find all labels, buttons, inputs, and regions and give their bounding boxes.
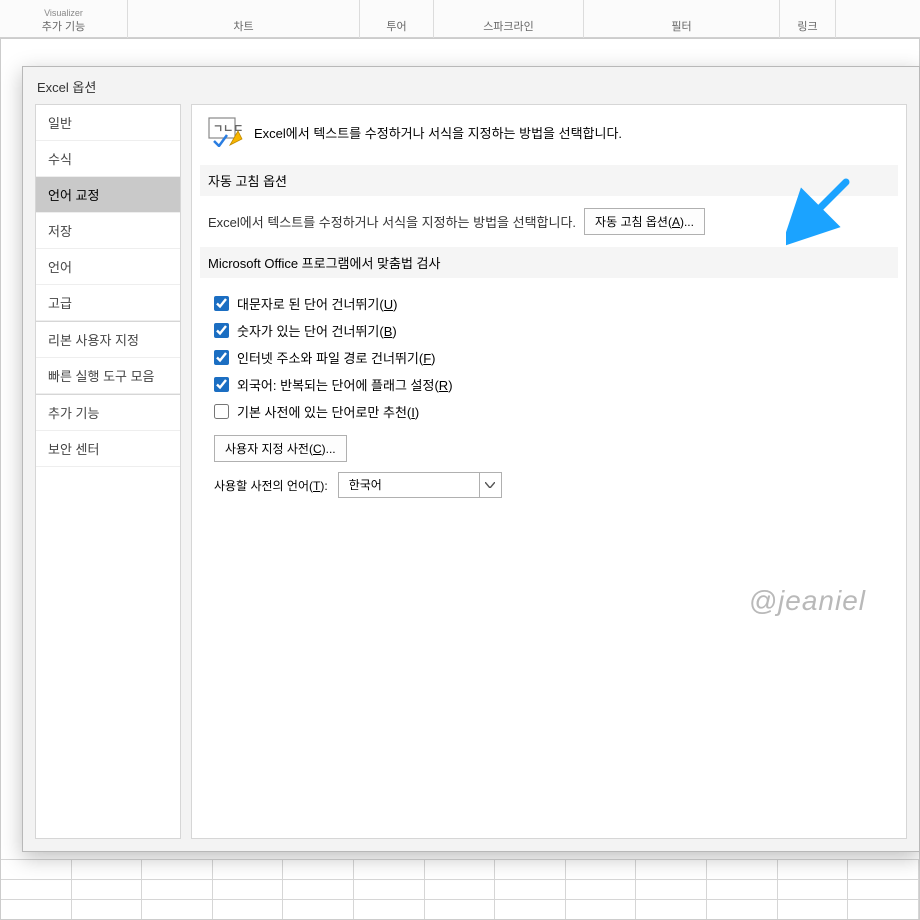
ribbon-group: 스파크라인 xyxy=(434,0,584,38)
sidebar-item[interactable]: 추가 기능 xyxy=(36,395,180,431)
grid-cell[interactable] xyxy=(778,900,849,919)
grid-cell[interactable] xyxy=(1,860,72,879)
autocorrect-options-button[interactable]: 자동 고침 옵션(A)... xyxy=(584,208,705,235)
section-spellcheck: Microsoft Office 프로그램에서 맞춤법 검사 xyxy=(200,247,898,278)
ribbon-bar: Visualizer추가 기능차트투어스파크라인필터링크 xyxy=(0,0,920,38)
options-sidebar: 일반수식언어 교정저장언어고급리본 사용자 지정빠른 실행 도구 모음추가 기능… xyxy=(35,104,181,839)
grid-cell[interactable] xyxy=(425,880,496,899)
grid-cell[interactable] xyxy=(354,880,425,899)
grid-cell[interactable] xyxy=(495,860,566,879)
grid-row xyxy=(1,879,919,899)
grid-cell[interactable] xyxy=(707,900,778,919)
custom-dictionaries-button[interactable]: 사용자 지정 사전(C)... xyxy=(214,435,347,462)
sidebar-item[interactable]: 언어 교정 xyxy=(36,177,180,213)
grid-row xyxy=(1,859,919,879)
sidebar-item[interactable]: 보안 센터 xyxy=(36,431,180,467)
section-autocorrect: 자동 고침 옵션 xyxy=(200,165,898,196)
grid-cell[interactable] xyxy=(707,880,778,899)
grid-cell[interactable] xyxy=(636,880,707,899)
grid-cell[interactable] xyxy=(566,880,637,899)
checkbox[interactable] xyxy=(214,404,229,419)
checkbox-row[interactable]: 기본 사전에 있는 단어로만 추천(I) xyxy=(214,398,890,425)
dialog-title: Excel 옵션 xyxy=(23,67,919,104)
grid-cell[interactable] xyxy=(848,900,919,919)
grid-cell[interactable] xyxy=(636,860,707,879)
grid-cell[interactable] xyxy=(283,880,354,899)
grid-cell[interactable] xyxy=(142,880,213,899)
grid-cell[interactable] xyxy=(778,860,849,879)
checkbox[interactable] xyxy=(214,350,229,365)
grid-cell[interactable] xyxy=(1,900,72,919)
autocorrect-desc: Excel에서 텍스트를 수정하거나 서식을 지정하는 방법을 선택합니다. xyxy=(208,212,576,231)
excel-options-dialog: Excel 옵션 일반수식언어 교정저장언어고급리본 사용자 지정빠른 실행 도… xyxy=(22,66,920,852)
grid-cell[interactable] xyxy=(778,880,849,899)
grid-cell[interactable] xyxy=(566,860,637,879)
checkbox[interactable] xyxy=(214,323,229,338)
grid-cell[interactable] xyxy=(72,860,143,879)
grid-cell[interactable] xyxy=(1,880,72,899)
proofing-icon: ㄱㄴㄷ xyxy=(208,117,244,147)
checkbox-row[interactable]: 숫자가 있는 단어 건너뛰기(B) xyxy=(214,317,890,344)
grid-cell[interactable] xyxy=(213,900,284,919)
grid-cell[interactable] xyxy=(213,860,284,879)
grid-cell[interactable] xyxy=(283,900,354,919)
grid-cell[interactable] xyxy=(707,860,778,879)
ribbon-group: 링크 xyxy=(780,0,836,38)
checkbox[interactable] xyxy=(214,296,229,311)
sidebar-item[interactable]: 수식 xyxy=(36,141,180,177)
checkbox-row[interactable]: 외국어: 반복되는 단어에 플래그 설정(R) xyxy=(214,371,890,398)
dict-lang-label: 사용할 사전의 언어(T): xyxy=(214,477,328,494)
checkbox-row[interactable]: 대문자로 된 단어 건너뛰기(U) xyxy=(214,290,890,317)
grid-cell[interactable] xyxy=(72,880,143,899)
ribbon-group: 차트 xyxy=(128,0,360,38)
dict-language-select[interactable]: 한국어 xyxy=(338,472,502,498)
grid-cell[interactable] xyxy=(848,880,919,899)
grid-cell[interactable] xyxy=(848,860,919,879)
grid-cell[interactable] xyxy=(354,860,425,879)
grid-cell[interactable] xyxy=(283,860,354,879)
grid-cell[interactable] xyxy=(495,880,566,899)
ribbon-group: 투어 xyxy=(360,0,434,38)
sidebar-item[interactable]: 언어 xyxy=(36,249,180,285)
grid-cell[interactable] xyxy=(566,900,637,919)
grid-cell[interactable] xyxy=(636,900,707,919)
watermark: @jeaniel xyxy=(749,585,866,617)
ribbon-group: 필터 xyxy=(584,0,780,38)
intro-text: Excel에서 텍스트를 수정하거나 서식을 지정하는 방법을 선택합니다. xyxy=(254,123,622,142)
chevron-down-icon xyxy=(479,473,501,497)
grid-cell[interactable] xyxy=(425,860,496,879)
grid-cell[interactable] xyxy=(142,860,213,879)
grid-cell[interactable] xyxy=(72,900,143,919)
grid-cell[interactable] xyxy=(425,900,496,919)
grid-cell[interactable] xyxy=(213,880,284,899)
checkbox-row[interactable]: 인터넷 주소와 파일 경로 건너뛰기(F) xyxy=(214,344,890,371)
grid-cell[interactable] xyxy=(495,900,566,919)
sidebar-item[interactable]: 고급 xyxy=(36,285,180,321)
grid-row xyxy=(1,899,919,919)
checkbox[interactable] xyxy=(214,377,229,392)
grid-cell[interactable] xyxy=(142,900,213,919)
ribbon-group: Visualizer추가 기능 xyxy=(0,0,128,38)
sidebar-item[interactable]: 빠른 실행 도구 모음 xyxy=(36,358,180,394)
sidebar-item[interactable]: 일반 xyxy=(36,105,180,141)
grid-cell[interactable] xyxy=(354,900,425,919)
sidebar-item[interactable]: 저장 xyxy=(36,213,180,249)
options-content: ㄱㄴㄷ Excel에서 텍스트를 수정하거나 서식을 지정하는 방법을 선택합니… xyxy=(191,104,907,839)
sidebar-item[interactable]: 리본 사용자 지정 xyxy=(36,322,180,358)
